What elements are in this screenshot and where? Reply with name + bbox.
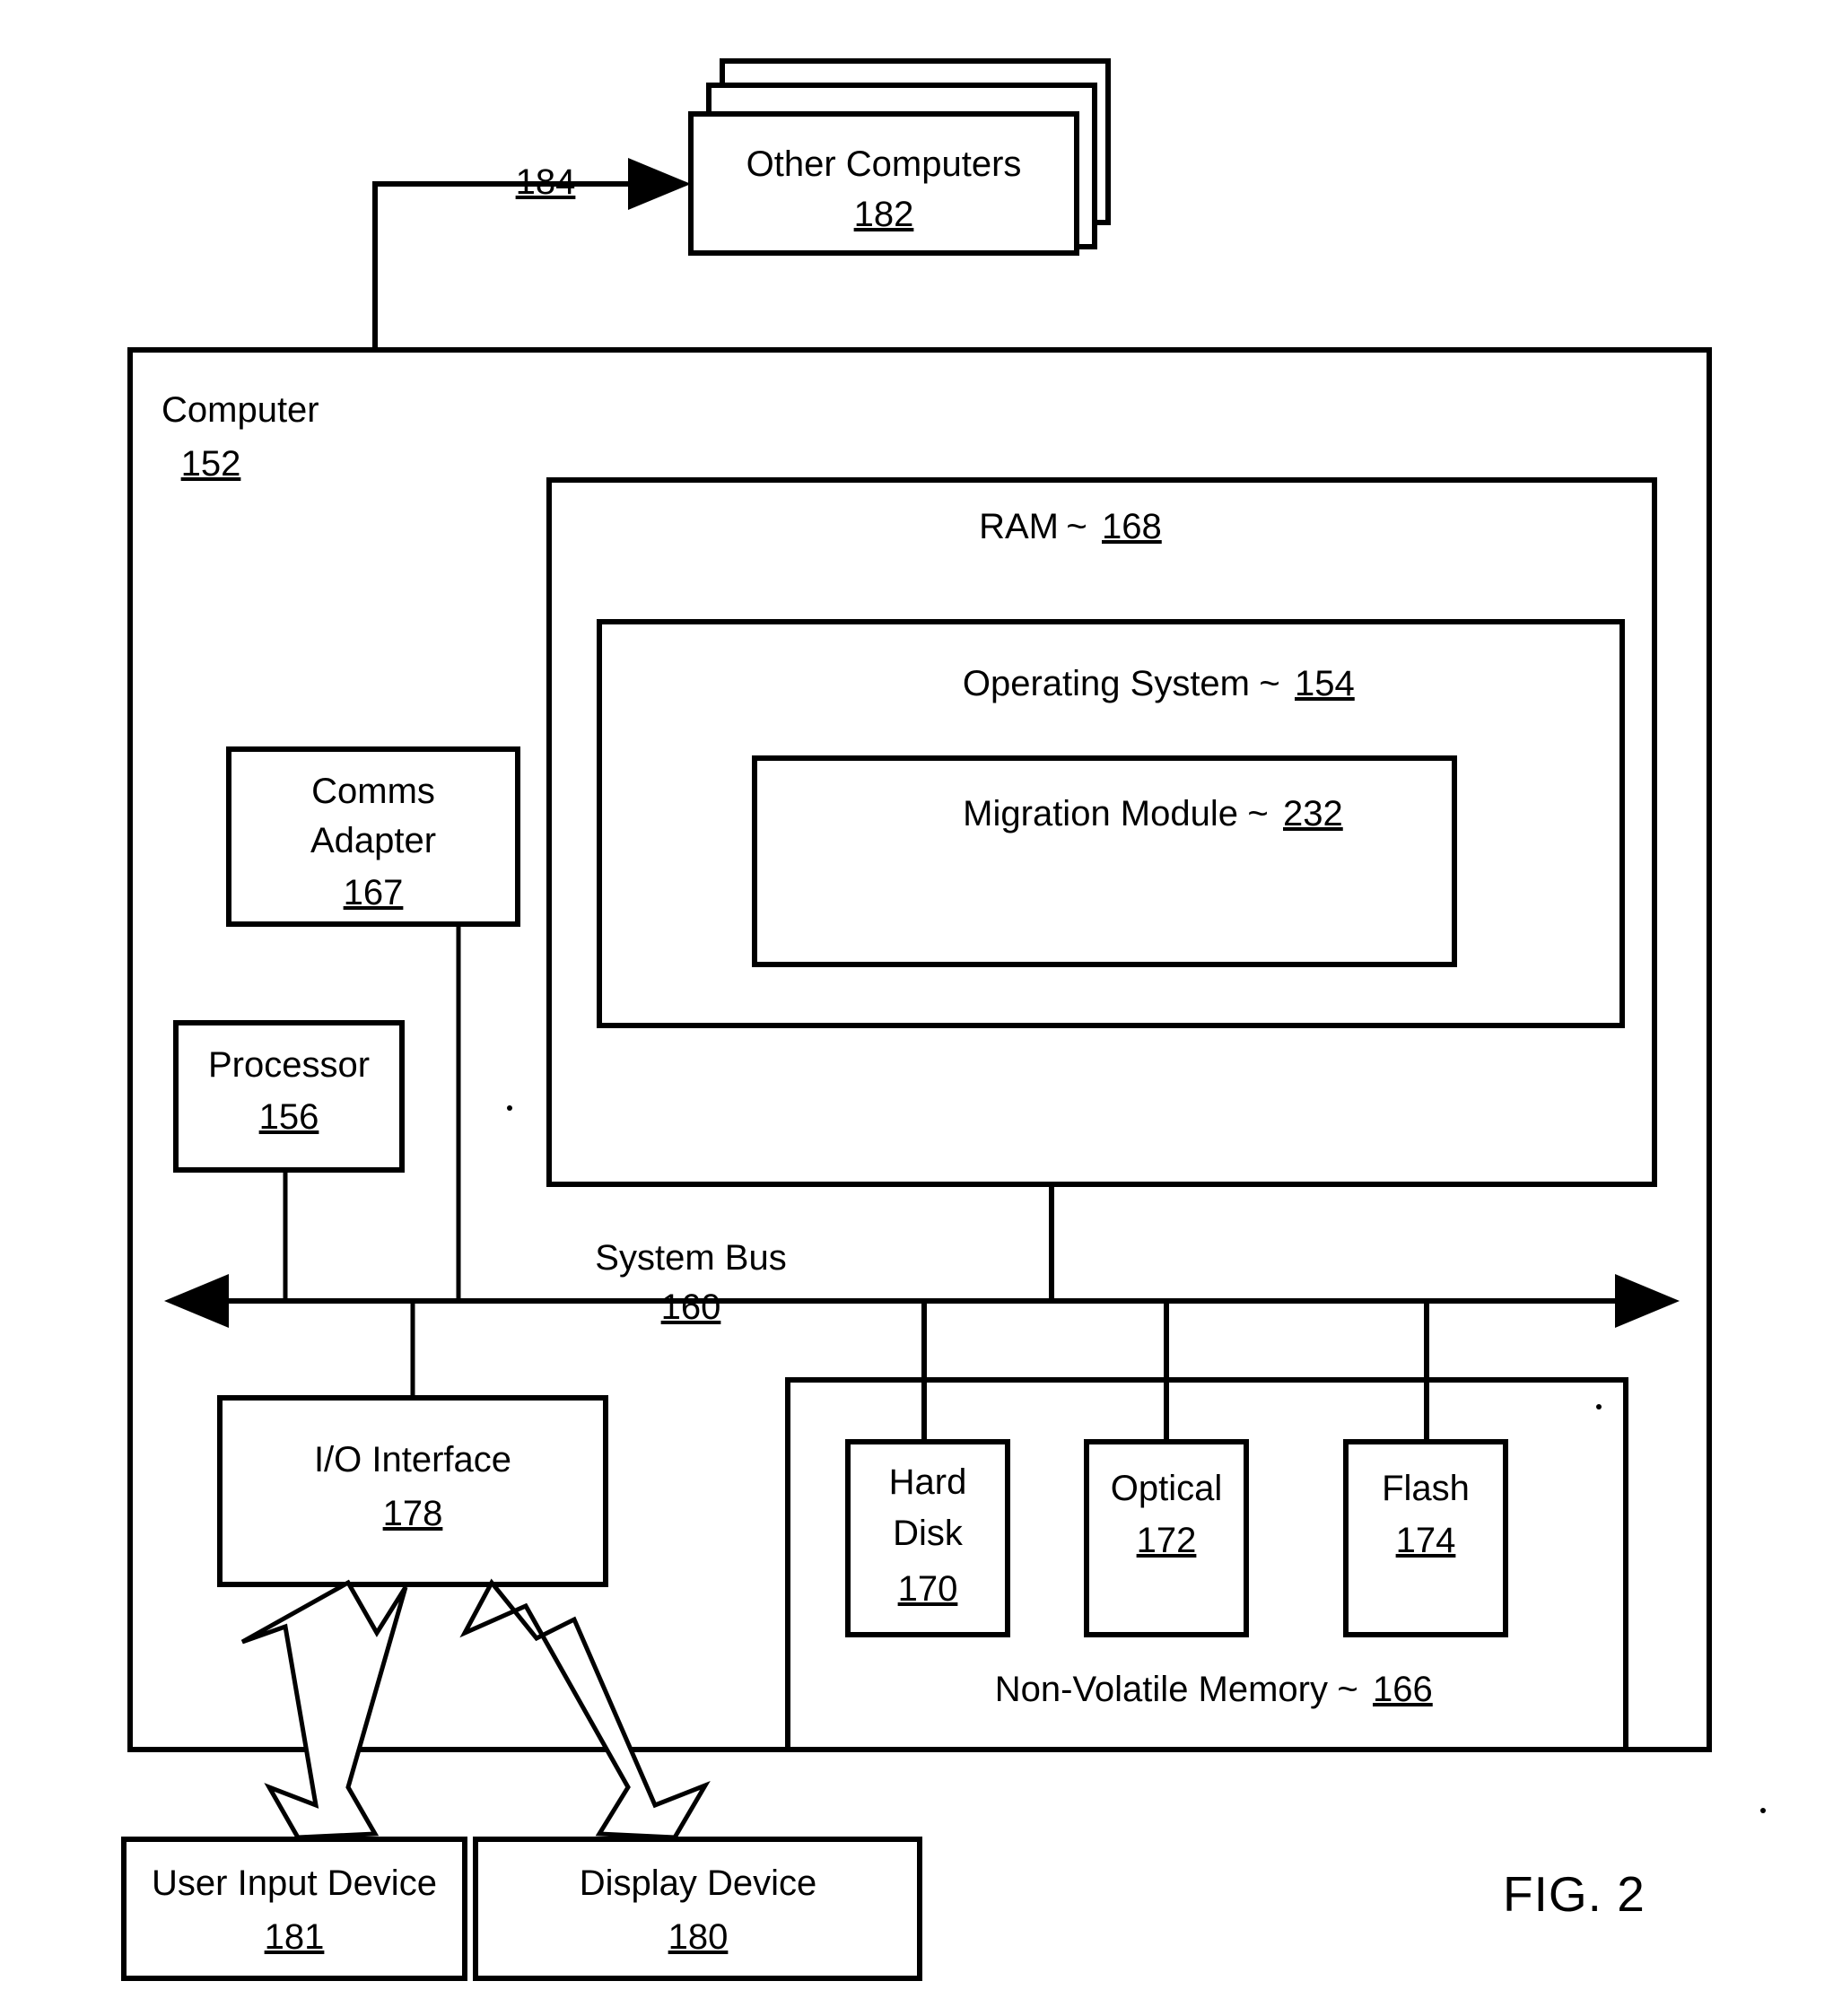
hard-disk-label-line1: Hard [889,1462,967,1502]
optical-ref: 172 [1137,1521,1197,1560]
operating-system-tilde: ~ [1259,664,1279,703]
migration-module-label: Migration Module [963,794,1238,833]
link-184-ref: 184 [516,162,576,202]
migration-module-ref: 232 [1283,794,1343,833]
user-input-device-group: User Input Device 181 [121,1837,467,1981]
non-volatile-memory-ref: 166 [1373,1670,1433,1709]
migration-module-tilde: ~ [1247,794,1268,833]
scan-artifact-dot-2 [1596,1404,1602,1409]
hard-disk-label-line2: Disk [893,1514,964,1553]
flash-label: Flash [1382,1469,1470,1508]
display-device-label: Display Device [580,1863,817,1903]
computer-ref: 152 [181,444,241,484]
figure-caption: FIG. 2 [1503,1866,1646,1922]
user-input-device-box [121,1837,467,1981]
non-volatile-memory-tilde: ~ [1337,1670,1357,1709]
other-computers-ref: 182 [854,195,914,234]
io-interface-label: I/O Interface [314,1440,511,1479]
user-input-device-ref: 181 [265,1917,325,1957]
display-device-ref: 180 [668,1917,729,1957]
migration-module-group: Migration Module ~ 232 [752,755,1457,967]
processor-ref: 156 [259,1097,319,1137]
other-computers-label: Other Computers [746,144,1022,184]
comms-adapter-label-line2: Adapter [310,821,436,860]
comms-adapter-label-line1: Comms [311,772,435,811]
scan-artifact-dot-1 [507,1105,512,1111]
scan-artifact-dot-3 [1760,1808,1766,1813]
flash-ref: 174 [1396,1521,1456,1560]
migration-module-box [752,755,1457,967]
io-interface-ref: 178 [383,1494,443,1533]
computer-label: Computer [162,390,319,430]
optical-label: Optical [1111,1469,1223,1508]
ram-ref: 168 [1102,507,1162,546]
non-volatile-memory-label: Non-Volatile Memory [995,1670,1328,1709]
comms-adapter-ref: 167 [344,873,404,912]
patent-figure-2: Other Computers 182 184 Computer 152 RAM… [0,0,1842,2016]
other-computers-group: Other Computers 182 [688,58,1111,256]
hard-disk-ref: 170 [898,1569,958,1609]
user-input-device-label: User Input Device [152,1863,437,1903]
display-device-box [473,1837,922,1981]
processor-label: Processor [208,1045,370,1085]
system-bus-ref: 160 [661,1287,721,1327]
operating-system-label: Operating System [963,664,1250,703]
io-interface-box [217,1395,608,1587]
display-device-group: Display Device 180 [473,1837,922,1981]
ram-tilde: ~ [1066,507,1087,546]
operating-system-ref: 154 [1295,664,1355,703]
system-bus-label: System Bus [595,1238,786,1278]
ram-label: RAM [979,507,1059,546]
link-184-arrowhead-right [628,158,691,210]
